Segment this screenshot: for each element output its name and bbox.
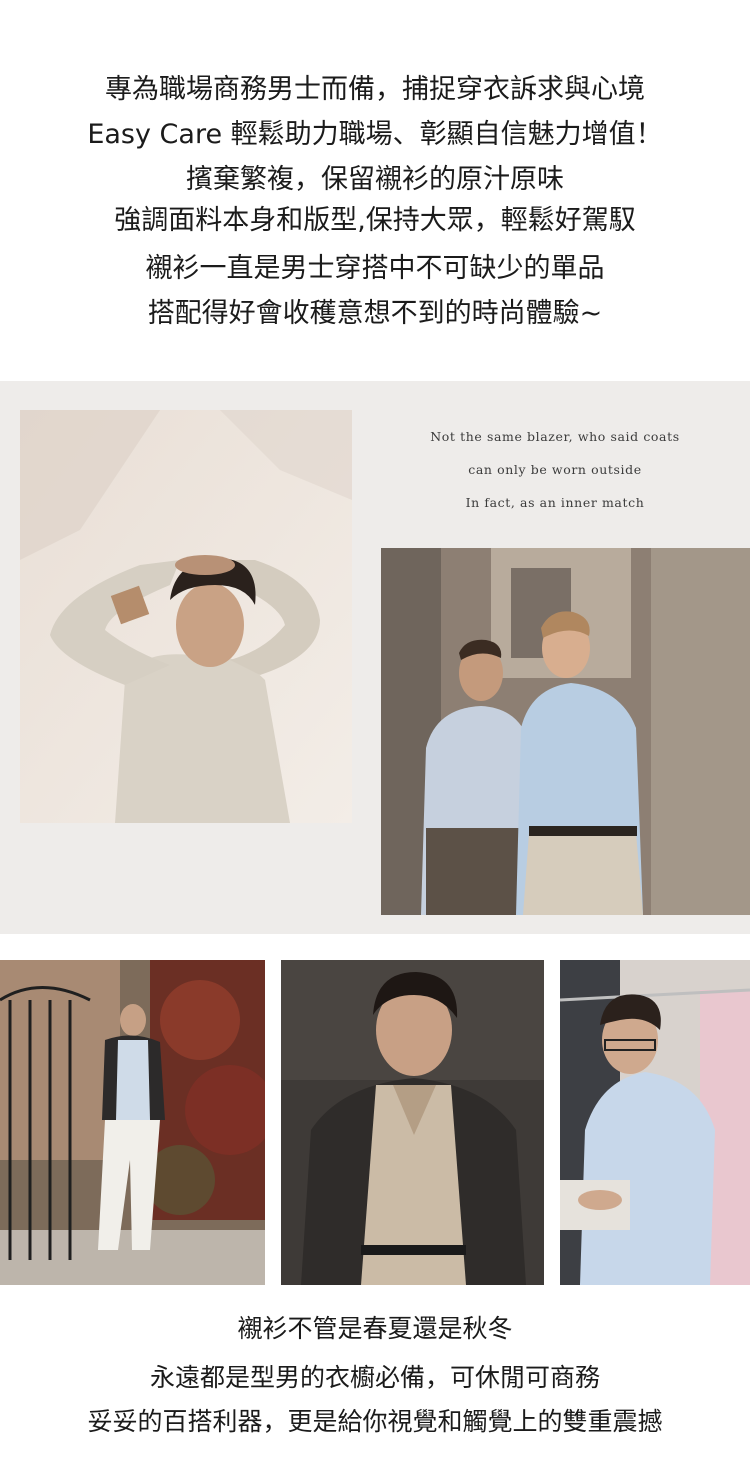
quote-line-2: can only be worn outside: [468, 462, 642, 477]
outro-line-2: 永遠都是型男的衣櫥必備，可休閒可商務: [149, 1363, 600, 1392]
intro-text-block: 專為職場商務男士而備，捕捉穿衣訴求與心境 Easy Care 輕鬆助力職場、彰顯…: [0, 0, 750, 370]
quote-line-1: Not the same blazer, who said coats: [430, 429, 680, 444]
photo-man-at-gate: [0, 960, 265, 1285]
photo-man-dark-blazer: [281, 960, 544, 1285]
intro-line-2: Easy Care 輕鬆助力職場、彰顯自信魅力增值！: [87, 119, 663, 150]
photo-man-glasses: [560, 960, 750, 1285]
photo-two-men-walking: [381, 548, 750, 915]
intro-line-1: 專為職場商務男士而備，捕捉穿衣訴求與心境: [105, 74, 645, 105]
intro-line-3: 擯棄繁複，保留襯衫的原汁原味: [186, 164, 564, 195]
quote-line-3: In fact, as an inner match: [465, 495, 645, 510]
intro-line-4: 強調面料本身和版型,保持大眾，輕鬆好駕馭: [114, 205, 636, 236]
outro-line-3: 妥妥的百搭利器，更是給你視覺和觸覺上的雙重震撼: [87, 1407, 663, 1436]
outro-line-1: 襯衫不管是春夏還是秋冬: [237, 1314, 513, 1343]
photo-man-hands-on-head: [20, 410, 352, 823]
intro-line-6: 搭配得好會收穫意想不到的時尚體驗~: [147, 298, 603, 329]
intro-line-5: 襯衫一直是男士穿搭中不可缺少的單品: [145, 253, 605, 284]
quote-text: Not the same blazer, who said coats can …: [385, 424, 725, 523]
